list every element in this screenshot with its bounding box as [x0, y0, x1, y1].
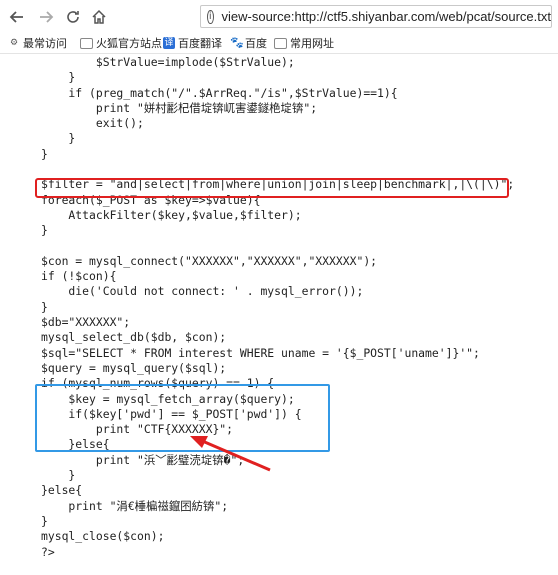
code-line: }	[41, 299, 48, 314]
gear-icon: ⚙	[8, 37, 20, 49]
browser-toolbar: i view-source:http://ctf5.shiyanbar.com/…	[0, 0, 558, 33]
code-line: die('Could not connect: ' . mysql_error(…	[41, 284, 364, 299]
blue-highlight-box	[35, 384, 330, 452]
folder-icon	[80, 37, 93, 49]
code-line: exit();	[41, 116, 144, 131]
code-line: $con = mysql_connect("XXXXXX","XXXXXX","…	[41, 253, 378, 268]
red-highlight-box	[35, 178, 509, 198]
code-line: }	[41, 513, 48, 528]
code-line: }	[41, 131, 76, 146]
code-line: $StrValue=implode($StrValue);	[41, 55, 295, 69]
bookmark-baidu-translate[interactable]: 译 百度翻译	[163, 35, 222, 51]
code-line: }else{	[41, 483, 83, 498]
code-line: }	[41, 223, 48, 238]
paw-icon: 🐾	[230, 36, 244, 49]
code-line: mysql_close($con);	[41, 529, 165, 544]
code-line: print "涓€棰楄禌鑹囨紡锛";	[41, 498, 229, 513]
translate-icon: 译	[163, 37, 175, 49]
reload-icon[interactable]	[62, 6, 84, 28]
code-line: }	[41, 468, 76, 483]
code-line: $query = mysql_query($sql);	[41, 360, 227, 375]
code-line: AttackFilter($key,$value,$filter);	[41, 207, 302, 222]
back-arrow-icon[interactable]	[6, 6, 28, 28]
code-line: mysql_select_db($db, $con);	[41, 330, 227, 345]
code-line: if (preg_match("/".$ArrReq."/is",$StrVal…	[41, 85, 398, 100]
code-line: $db="XXXXXX";	[41, 315, 131, 330]
source-code-view: $StrValue=implode($StrValue); } if (preg…	[0, 55, 558, 560]
code-line: $sql="SELECT * FROM interest WHERE uname…	[41, 345, 480, 360]
home-icon[interactable]	[88, 6, 110, 28]
bookmark-common-sites[interactable]: 常用网址	[274, 35, 334, 51]
code-line: print "姘村彲杞借埞锛屼害鍙鐩栬埞锛";	[41, 100, 318, 115]
code-line: ?>	[41, 544, 55, 559]
code-line: }	[41, 70, 76, 85]
bookmark-firefox-site[interactable]: 火狐官方站点	[80, 35, 162, 51]
bookmark-baidu[interactable]: 🐾 百度	[230, 35, 267, 51]
url-text: view-source:http://ctf5.shiyanbar.com/we…	[221, 9, 551, 24]
folder-icon	[274, 37, 287, 49]
code-line: }	[41, 146, 48, 161]
bookmark-most-visited[interactable]: ⚙ 最常访问	[8, 35, 67, 51]
forward-arrow-icon[interactable]	[35, 6, 57, 28]
code-line: print "浜﹀彲璧涜埞锛�";	[41, 452, 245, 467]
code-line: if (!$con){	[41, 269, 117, 284]
url-bar[interactable]: i view-source:http://ctf5.shiyanbar.com/…	[200, 5, 552, 28]
bookmarks-bar: ⚙ 最常访问 火狐官方站点 译 百度翻译 🐾 百度 常用网址	[0, 33, 558, 54]
info-icon[interactable]: i	[207, 9, 214, 24]
